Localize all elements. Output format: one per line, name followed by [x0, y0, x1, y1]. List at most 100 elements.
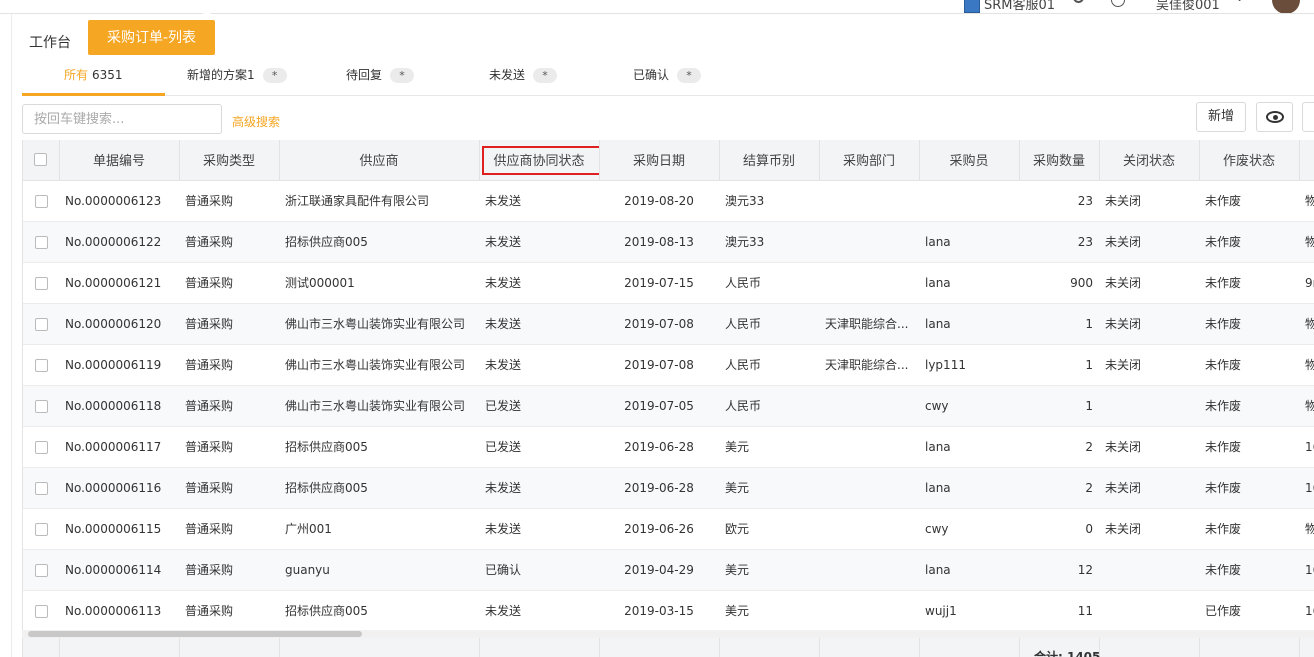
highlight-box	[481, 146, 598, 175]
table-cell: No.0000006120	[59, 303, 179, 345]
column-header[interactable]: 单据编号	[59, 140, 180, 181]
filter-tab-label: 所有	[64, 68, 89, 82]
column-header[interactable]: 采购类型	[179, 140, 280, 181]
column-header[interactable]: 采购员	[919, 140, 1020, 181]
add-button[interactable]: 新增	[1196, 102, 1246, 132]
view-button[interactable]	[1256, 102, 1293, 132]
column-header[interactable]: 作废状态	[1199, 140, 1300, 181]
filter-tab-pending-reply[interactable]: 待回复 *	[346, 58, 415, 96]
table-cell: 2	[1019, 467, 1099, 509]
column-header[interactable]: 关闭状态	[1099, 140, 1200, 181]
horizontal-scrollbar[interactable]	[22, 630, 1314, 638]
table-cell: 未关闭	[1099, 467, 1199, 509]
checkbox[interactable]	[35, 235, 48, 249]
table-row[interactable]: No.0000006122 普通采购 招标供应商005 未发送 2019-08-13 澳元…	[23, 221, 1314, 263]
more-button[interactable]	[1302, 102, 1314, 132]
globe-icon[interactable]	[1111, 0, 1125, 11]
checkbox[interactable]	[35, 522, 48, 536]
table-cell: 未发送	[479, 180, 599, 222]
search-input[interactable]	[22, 104, 222, 134]
table-cell: 23	[1019, 180, 1099, 222]
row-checkbox-cell[interactable]	[23, 303, 59, 345]
table-row[interactable]: No.0000006114 普通采购 guanyu 已确认 2019-04-29 美元 la…	[23, 549, 1314, 591]
table-row[interactable]: No.0000006121 普通采购 测试000001 未发送 2019-07-15 人民…	[23, 262, 1314, 304]
checkbox[interactable]	[35, 440, 48, 454]
row-checkbox-cell[interactable]	[23, 590, 59, 632]
checkbox[interactable]	[35, 481, 48, 495]
table-cell: 物	[1299, 385, 1314, 427]
table-cell: 未发送	[479, 344, 599, 386]
row-checkbox-cell[interactable]	[23, 385, 59, 427]
eye-pupil	[1273, 115, 1278, 120]
checkbox[interactable]	[35, 358, 48, 372]
table-cell: 普通采购	[179, 467, 279, 509]
filter-tab-new-scheme[interactable]: 新增的方案1 *	[187, 58, 287, 96]
row-checkbox-cell[interactable]	[23, 344, 59, 386]
search-icon[interactable]	[1073, 0, 1084, 7]
checkbox[interactable]	[35, 194, 48, 208]
table-row[interactable]: No.0000006115 普通采购 广州001 未发送 2019-06-26 欧元 cwy…	[23, 508, 1314, 550]
row-checkbox-cell[interactable]	[23, 221, 59, 263]
filter-tab-confirmed[interactable]: 已确认 *	[633, 58, 702, 96]
row-checkbox-cell[interactable]	[23, 426, 59, 468]
filter-tab-not-sent[interactable]: 未发送 *	[489, 58, 558, 96]
row-checkbox-cell[interactable]	[23, 262, 59, 304]
column-header[interactable]: 供应商	[279, 140, 480, 181]
tab-purchase-order-list[interactable]: 采购订单-列表 ✖	[88, 10, 215, 55]
column-header[interactable]: 采购日期	[599, 140, 720, 181]
checkbox[interactable]	[35, 276, 48, 290]
table-row[interactable]: No.0000006113 普通采购 招标供应商005 未发送 2019-03-15 美元…	[23, 590, 1314, 632]
table-cell: 900	[1019, 262, 1099, 304]
table-cell: 已发送	[479, 385, 599, 427]
checkbox[interactable]	[35, 399, 48, 413]
table-cell: 12	[1019, 549, 1099, 591]
table-cell	[819, 508, 919, 550]
table-cell	[819, 590, 919, 632]
app-switcher[interactable]: SRM客服01	[964, 0, 1055, 13]
column-header[interactable]	[1299, 140, 1314, 181]
column-header-supplier-status[interactable]: 供应商协同状态	[479, 140, 600, 181]
column-header[interactable]: 结算币别	[719, 140, 820, 181]
tab-workbench[interactable]: 工作台	[29, 32, 71, 52]
advanced-search-link[interactable]: 高级搜索	[232, 113, 280, 130]
table-cell: 1	[1019, 303, 1099, 345]
table-row[interactable]: No.0000006120 普通采购 佛山市三水粤山装饰实业有限公司 未发送 2019-…	[23, 303, 1314, 345]
table-cell: 招标供应商005	[279, 467, 479, 509]
scroll-thumb[interactable]	[28, 631, 362, 637]
row-checkbox-cell[interactable]	[23, 467, 59, 509]
table-cell: 未关闭	[1099, 344, 1199, 386]
avatar[interactable]	[1272, 0, 1300, 13]
close-icon[interactable]: ✖	[201, 10, 213, 23]
table-cell: 普通采购	[179, 262, 279, 304]
checkbox[interactable]	[34, 153, 48, 167]
chevron-down-icon[interactable]: ⌄	[1235, 0, 1244, 4]
table-cell	[819, 467, 919, 509]
user-name[interactable]: 吴佳俊001	[1156, 0, 1220, 13]
table-cell	[819, 426, 919, 468]
filter-tab-all[interactable]: 所有 6351	[22, 58, 165, 96]
row-checkbox-cell[interactable]	[23, 180, 59, 222]
table-cell: 测试000001	[279, 262, 479, 304]
table-cell: No.0000006121	[59, 262, 179, 304]
checkbox[interactable]	[35, 317, 48, 331]
checkbox[interactable]	[35, 563, 48, 577]
table-cell: 未发送	[479, 221, 599, 263]
row-checkbox-cell[interactable]	[23, 549, 59, 591]
column-header[interactable]: 采购部门	[819, 140, 920, 181]
top-bar: SRM客服01 吴佳俊001 ⌄	[0, 0, 1314, 14]
column-header[interactable]: 采购数量	[1019, 140, 1100, 181]
table-row[interactable]: No.0000006116 普通采购 招标供应商005 未发送 2019-06-28 美元…	[23, 467, 1314, 509]
table-row[interactable]: No.0000006118 普通采购 佛山市三水粤山装饰实业有限公司 已发送 2019-…	[23, 385, 1314, 427]
select-all-header[interactable]	[23, 140, 60, 181]
table-cell: 未作废	[1199, 385, 1299, 427]
table-cell: lyp111	[919, 344, 1019, 386]
data-grid: 单据编号 采购类型 供应商 供应商协同状态 采购日期 结算币别 采购部门 采购员…	[22, 140, 1314, 657]
table-row[interactable]: No.0000006117 普通采购 招标供应商005 已发送 2019-06-28 美元…	[23, 426, 1314, 468]
table-cell: lana	[919, 549, 1019, 591]
table-cell: 物	[1299, 180, 1314, 222]
row-checkbox-cell[interactable]	[23, 508, 59, 550]
checkbox[interactable]	[35, 604, 48, 618]
table-cell: 物	[1299, 303, 1314, 345]
table-row[interactable]: No.0000006119 普通采购 佛山市三水粤山装饰实业有限公司 未发送 2019-…	[23, 344, 1314, 386]
table-row[interactable]: No.0000006123 普通采购 浙江联通家具配件有限公司 未发送 2019-08-…	[23, 180, 1314, 222]
